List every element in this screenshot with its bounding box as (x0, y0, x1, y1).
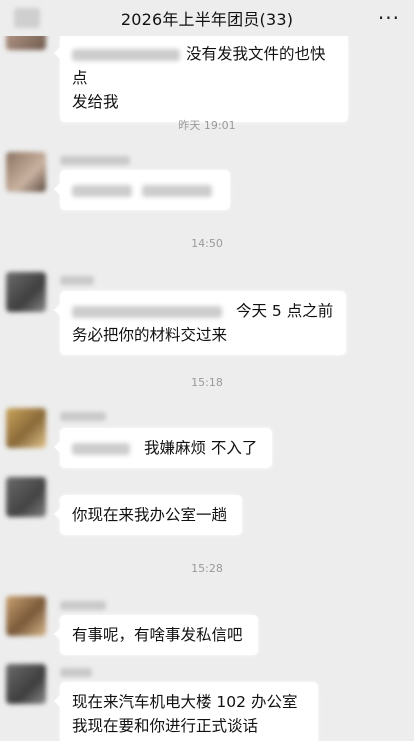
message-bubble[interactable]: 现在来汽车机电大楼 102 办公室 我现在要和你进行正式谈话 (54, 682, 318, 741)
message-bubble[interactable] (54, 170, 230, 210)
timestamp: 15:18 (191, 376, 223, 389)
message-text: 我现在要和你进行正式谈话 (72, 717, 259, 735)
timestamp: 昨天 19:01 (178, 119, 236, 132)
message-bubble[interactable]: 没有发我文件的也快点 发给我 (54, 34, 348, 122)
avatar[interactable] (6, 596, 46, 636)
sender-name (60, 668, 92, 677)
message-bubble[interactable]: 今天 5 点之前 务必把你的材料交过来 (54, 291, 346, 355)
sender-name (60, 601, 106, 610)
message-text: 我嫌麻烦 不入了 (144, 439, 258, 457)
sender-name (60, 412, 106, 421)
avatar[interactable] (6, 152, 46, 192)
message-text: 务必把你的材料交过来 (72, 326, 228, 344)
sender-name (60, 156, 130, 165)
avatar[interactable] (6, 664, 46, 704)
message-text: 发给我 (72, 93, 119, 111)
message-text: 今天 5 点之前 (236, 302, 334, 320)
avatar[interactable] (6, 477, 46, 517)
avatar[interactable] (6, 408, 46, 448)
more-dots-icon[interactable]: ··· (378, 6, 400, 30)
message-text: 你现在来我办公室一趟 (72, 506, 228, 524)
message-bubble[interactable]: 有事呢，有啥事发私信吧 (54, 615, 258, 655)
avatar[interactable] (6, 272, 46, 312)
message-bubble[interactable]: 你现在来我办公室一趟 (54, 495, 242, 535)
message-text: 现在来汽车机电大楼 102 办公室 (72, 693, 298, 711)
chat-title: 2026年上半年团员(33) (120, 10, 294, 29)
message-bubble[interactable]: 我嫌麻烦 不入了 (54, 428, 272, 468)
timestamp: 14:50 (191, 237, 223, 250)
chat-header: 2026年上半年团员(33) ··· (0, 0, 414, 36)
sender-name (60, 276, 94, 285)
timestamp: 15:28 (191, 562, 223, 575)
message-text: 有事呢，有啥事发私信吧 (72, 626, 243, 644)
back-button[interactable] (14, 8, 40, 28)
